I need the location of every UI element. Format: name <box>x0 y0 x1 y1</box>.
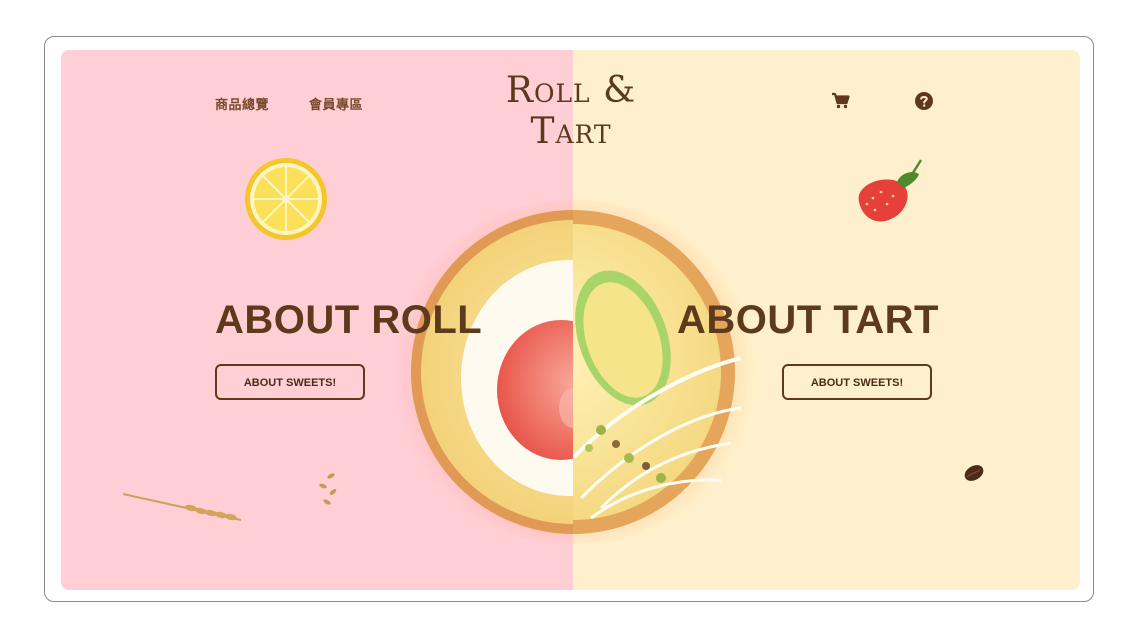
cart-icon[interactable] <box>831 91 851 111</box>
nav-products-link[interactable]: 商品總覽 <box>215 94 269 113</box>
hero-section: 商品總覽 會員專區 Roll & Tart ABOUT ROLL ABOUT S… <box>61 50 1080 590</box>
grains-icon <box>319 473 337 505</box>
roll-about-button[interactable]: ABOUT SWEETS! <box>215 364 365 400</box>
dessert-image <box>411 210 742 534</box>
tart-about-button[interactable]: ABOUT SWEETS! <box>782 364 932 400</box>
coffee-bean-icon <box>964 465 984 481</box>
tart-headline: ABOUT TART <box>677 298 939 342</box>
lemon-slice-icon <box>245 158 327 240</box>
wheat-icon <box>122 493 242 521</box>
roll-headline: ABOUT ROLL <box>215 298 483 342</box>
site-logo[interactable]: Roll & Tart <box>471 70 671 152</box>
help-icon[interactable] <box>914 91 934 111</box>
strawberry-icon <box>858 159 923 222</box>
nav-members-link[interactable]: 會員專區 <box>309 94 363 113</box>
